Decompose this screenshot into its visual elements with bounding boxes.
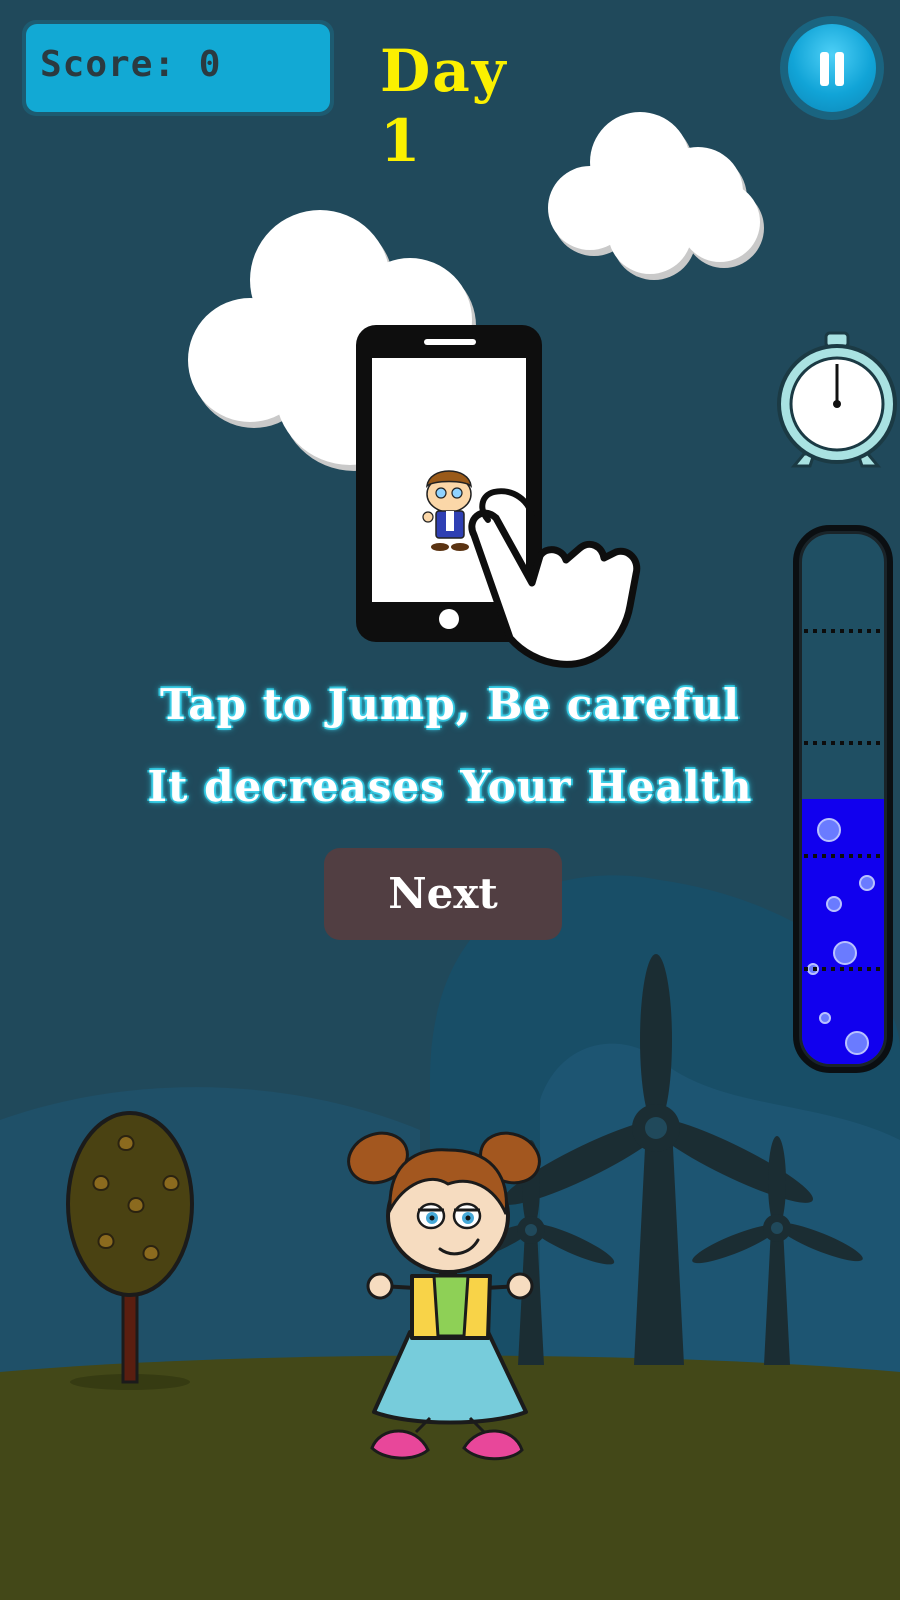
score-text: Score: 0: [26, 24, 330, 112]
score-panel: Score: 0: [22, 20, 334, 116]
pause-button[interactable]: [780, 16, 884, 120]
pause-icon: [788, 24, 876, 112]
tutorial-line-2: It decreases Your Health: [147, 762, 753, 811]
tutorial-line-1: Tap to Jump, Be careful: [160, 680, 740, 729]
day-label: Day 1: [380, 37, 508, 175]
game-screen[interactable]: Score: 0 Day 1 Tap to Jump, Be careful I…: [0, 0, 900, 1600]
next-button[interactable]: Next: [324, 848, 562, 940]
